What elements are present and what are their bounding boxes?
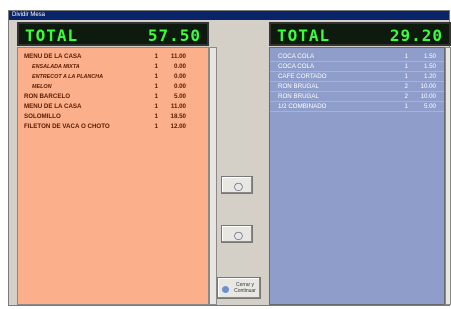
left-item-qty: 1 [154, 83, 158, 90]
right-item-qty: 1 [404, 63, 408, 70]
move-left-button[interactable]: ◯ [221, 225, 253, 243]
left-item-name: FILETON DE VACA O CHOTO [24, 123, 110, 130]
close-continue-label: Cerrar y Continuar [234, 282, 256, 294]
right-total-value: 29.20 [389, 26, 443, 45]
left-item-qty: 1 [154, 53, 158, 60]
close-icon [222, 286, 229, 293]
right-item-price: 5.00 [423, 103, 436, 110]
right-item-qty: 1 [404, 103, 408, 110]
left-row[interactable]: MENU DE LA CASA 1 11.00 [18, 52, 208, 62]
left-item-qty: 1 [154, 103, 158, 110]
arrow-left-icon: ◯ [234, 231, 243, 240]
left-item-price: 0.00 [173, 83, 186, 90]
left-total-value: 57.50 [147, 26, 201, 45]
left-scrollbar[interactable] [209, 47, 217, 305]
right-item-name: COCA COLA [278, 63, 315, 70]
left-item-price: 0.00 [173, 63, 186, 70]
right-row[interactable]: RON BRUGAL 2 10.00 [270, 82, 444, 92]
right-row[interactable]: RON BRUGAL 2 10.00 [270, 92, 444, 102]
left-item-qty: 1 [154, 113, 158, 120]
left-row[interactable]: ENSALADA MIXTA 1 0.00 [18, 62, 208, 72]
left-item-name: MENU DE LA CASA [24, 103, 82, 110]
right-item-price: 1.50 [423, 53, 436, 60]
right-scrollbar[interactable] [445, 47, 451, 305]
left-row[interactable]: FILETON DE VACA O CHOTO 1 12.00 [18, 122, 208, 132]
right-row[interactable]: 1/2 COMBINADO 1 5.00 [270, 102, 444, 112]
right-item-price: 1.20 [423, 73, 436, 80]
close-continue-button[interactable]: Cerrar y Continuar [217, 277, 261, 299]
left-item-qty: 1 [154, 123, 158, 130]
left-item-qty: 1 [154, 73, 158, 80]
right-item-name: RON BRUGAL [278, 83, 319, 90]
right-item-qty: 1 [404, 53, 408, 60]
right-row[interactable]: CAFE CORTADO 1 1.20 [270, 72, 444, 82]
arrow-right-icon: ◯ [234, 182, 243, 191]
left-item-price: 18.50 [170, 113, 186, 120]
left-item-name: MENU DE LA CASA [24, 53, 82, 60]
left-item-price: 12.00 [170, 123, 186, 130]
left-item-name: ENTRECOT A LA PLANCHA [32, 74, 103, 80]
right-item-price: 10.00 [420, 93, 436, 100]
left-item-price: 0.00 [173, 73, 186, 80]
left-item-qty: 1 [154, 93, 158, 100]
right-total-label: TOTAL [277, 26, 331, 45]
left-item-price: 5.00 [173, 93, 186, 100]
split-table-window: Dividir Mesa TOTAL 57.50 TOTAL 29.20 MEN… [8, 10, 451, 306]
left-item-name: RON BARCELO [24, 93, 71, 100]
right-item-name: COCA COLA [278, 53, 315, 60]
right-item-qty: 2 [404, 83, 408, 90]
left-item-qty: 1 [154, 63, 158, 70]
right-item-name: 1/2 COMBINADO [278, 103, 327, 110]
window-title: Dividir Mesa [9, 11, 449, 20]
left-row[interactable]: ENTRECOT A LA PLANCHA 1 0.00 [18, 72, 208, 82]
move-right-button[interactable]: ◯ [221, 176, 253, 194]
left-item-name: ENSALADA MIXTA [32, 64, 80, 70]
left-item-name: MELON [32, 84, 52, 90]
left-item-price: 11.00 [170, 103, 186, 110]
right-item-qty: 2 [404, 93, 408, 100]
right-item-price: 10.00 [420, 83, 436, 90]
left-row[interactable]: SOLOMILLO 1 18.50 [18, 112, 208, 122]
left-item-name: SOLOMILLO [24, 113, 61, 120]
left-total-label: TOTAL [25, 26, 79, 45]
right-items-list[interactable]: COCA COLA 1 1.50 COCA COLA 1 1.50 CAFE CORTADO… [269, 47, 445, 305]
right-item-qty: 1 [404, 73, 408, 80]
left-row[interactable]: MELON 1 0.00 [18, 82, 208, 92]
left-item-price: 11.00 [170, 53, 186, 60]
left-items-list[interactable]: MENU DE LA CASA 1 11.00 ENSALADA MIXTA 1 0.00… [17, 47, 209, 305]
right-row[interactable]: COCA COLA 1 1.50 [270, 62, 444, 72]
left-total-display: TOTAL 57.50 [17, 22, 209, 46]
right-row[interactable]: COCA COLA 1 1.50 [270, 52, 444, 62]
left-row[interactable]: MENU DE LA CASA 1 11.00 [18, 102, 208, 112]
right-item-name: CAFE CORTADO [278, 73, 327, 80]
left-row[interactable]: RON BARCELO 1 5.00 [18, 92, 208, 102]
right-item-name: RON BRUGAL [278, 93, 319, 100]
right-total-display: TOTAL 29.20 [269, 22, 451, 46]
right-item-price: 1.50 [423, 63, 436, 70]
